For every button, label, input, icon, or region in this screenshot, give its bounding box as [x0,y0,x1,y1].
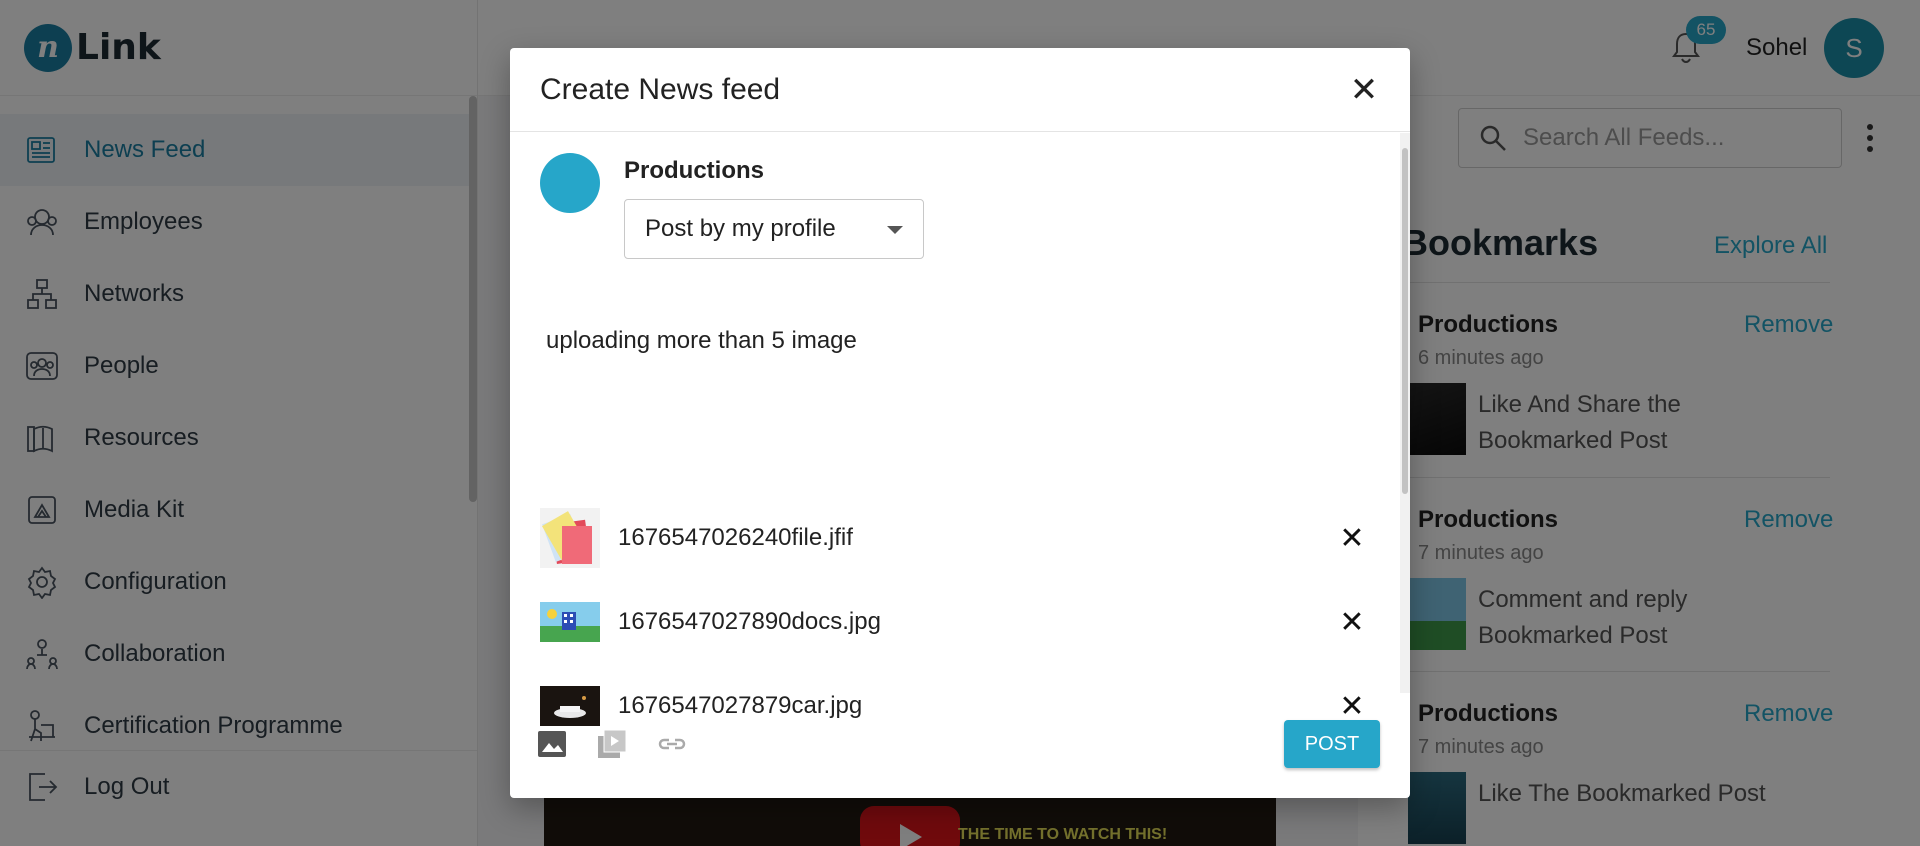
attachment-row: 1676547027890docs.jpg ✕ [540,592,1370,652]
attachment-thumbnail [540,508,600,568]
chevron-down-icon [887,226,903,234]
attachment-row: 1676547026240file.jfif ✕ [540,508,1370,568]
close-icon[interactable]: ✕ [1346,71,1382,109]
post-text-input[interactable]: uploading more than 5 image [546,327,857,355]
dialog-scrollbar[interactable] [1402,148,1408,494]
link-icon[interactable] [656,728,688,760]
remove-attachment-icon[interactable]: ✕ [1334,604,1370,640]
remove-attachment-icon[interactable]: ✕ [1334,520,1370,556]
dialog-title: Create News feed [540,72,781,106]
attachment-name: 1676547027890docs.jpg [618,608,881,635]
dialog-header: Create News feed ✕ [510,48,1410,132]
create-news-feed-dialog: Create News feed ✕ Productions Post by m… [510,48,1410,798]
post-button[interactable]: POST [1284,720,1380,768]
post-as-value: Post by my profile [645,215,836,242]
image-icon[interactable] [536,728,568,760]
poster-avatar [540,153,600,213]
dialog-body: Productions Post by my profile uploading… [510,133,1410,726]
video-icon[interactable] [596,728,628,760]
post-as-select[interactable]: Post by my profile [624,199,924,259]
poster-name: Productions [624,157,765,184]
dialog-footer: POST [510,694,1410,798]
attachment-name: 1676547026240file.jfif [618,524,853,551]
attachment-thumbnail [540,592,600,652]
